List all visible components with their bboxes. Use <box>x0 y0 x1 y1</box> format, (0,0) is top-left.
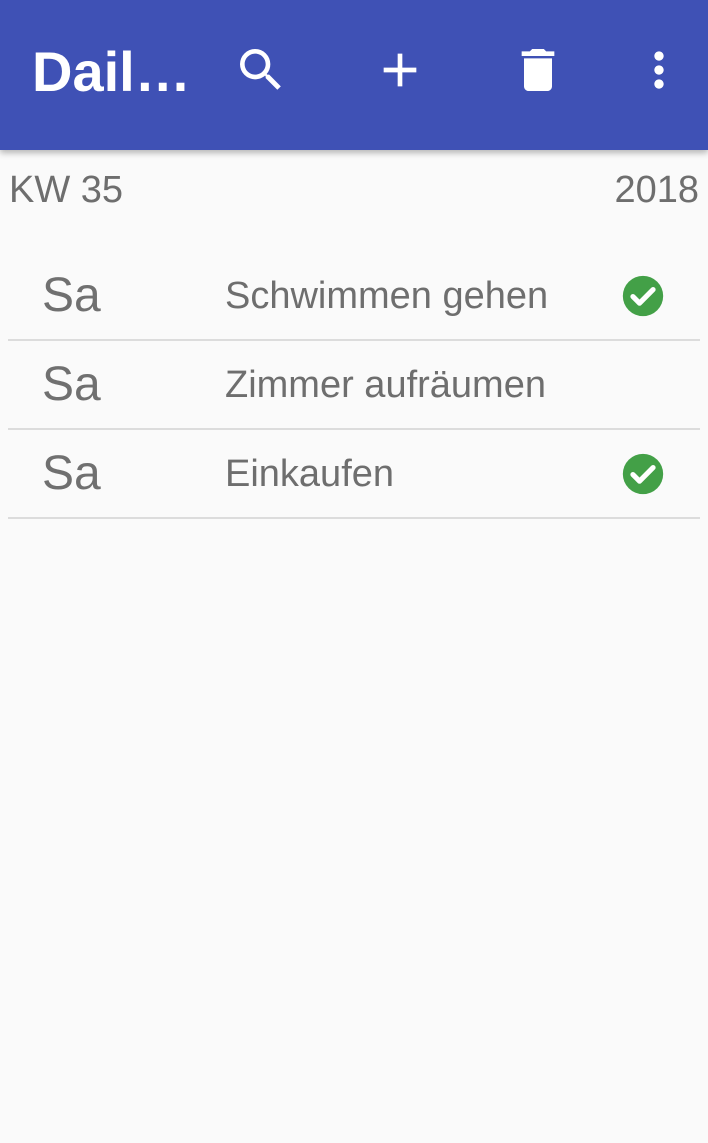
week-label: KW 35 <box>9 169 124 211</box>
search-icon <box>240 49 281 90</box>
task-row[interactable]: Sa Einkaufen <box>8 430 700 519</box>
task-day: Sa <box>42 269 101 322</box>
more-options-button[interactable] <box>624 35 694 105</box>
search-button[interactable] <box>226 35 296 105</box>
more-vert-icon <box>654 51 664 89</box>
task-day: Sa <box>42 447 101 500</box>
task-title: Schwimmen gehen <box>225 275 549 317</box>
task-list: Sa Schwimmen gehen Sa Zimmer aufräumen S… <box>8 252 700 519</box>
task-row[interactable]: Sa Zimmer aufräumen <box>8 341 700 430</box>
task-title: Einkaufen <box>225 453 395 495</box>
task-day: Sa <box>42 358 101 411</box>
trash-icon <box>521 49 555 91</box>
task-title: Zimmer aufräumen <box>225 364 546 406</box>
check-circle-icon <box>622 453 664 495</box>
delete-button[interactable] <box>503 35 573 105</box>
plus-icon <box>383 53 417 87</box>
year-label: 2018 <box>614 169 699 211</box>
app-bar: Dail… <box>0 0 708 150</box>
app-title: Dail… <box>32 40 191 103</box>
task-row[interactable]: Sa Schwimmen gehen <box>8 252 700 341</box>
check-circle-icon <box>622 275 664 317</box>
add-button[interactable] <box>365 35 435 105</box>
